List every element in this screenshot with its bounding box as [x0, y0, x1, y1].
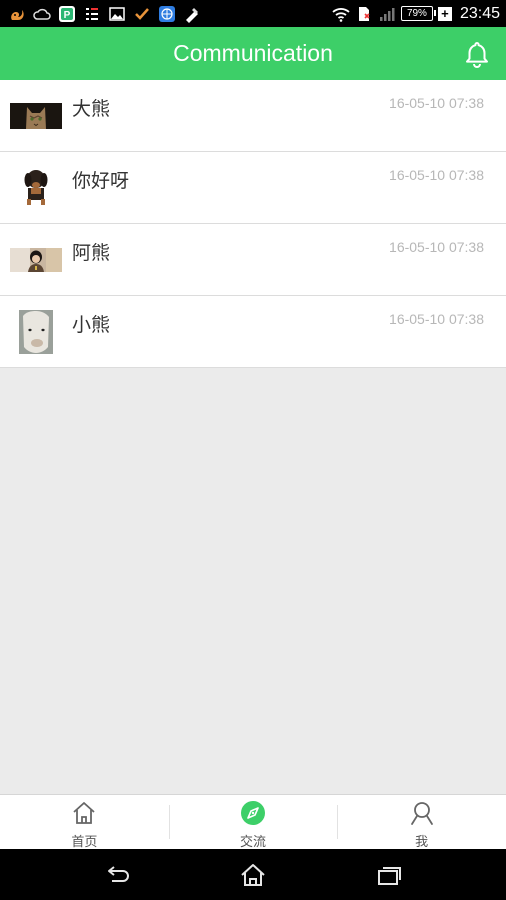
battery-icon: 79% — [400, 6, 436, 21]
contact-name: 你好呀 — [72, 170, 130, 192]
person-icon — [409, 800, 435, 826]
avatar — [10, 166, 62, 210]
home-nav-icon[interactable] — [238, 861, 268, 889]
system-icons: 79% + 23:45 — [332, 3, 500, 24]
list-item[interactable]: 阿熊 16-05-10 07:38 — [0, 224, 506, 296]
tab-me[interactable]: 我 — [337, 795, 506, 850]
message-time: 16-05-10 07:38 — [389, 95, 484, 111]
recent-apps-icon[interactable] — [374, 861, 404, 889]
avatar — [10, 310, 62, 354]
avatar — [10, 94, 62, 138]
checklist-icon — [83, 5, 101, 23]
home-icon — [71, 800, 97, 826]
signal-icon — [378, 5, 396, 23]
tools-icon — [183, 5, 201, 23]
squirrel-icon — [8, 5, 26, 23]
list-item[interactable]: 你好呀 16-05-10 07:38 — [0, 152, 506, 224]
cloud-icon — [33, 5, 51, 23]
contact-name: 阿熊 — [72, 242, 111, 264]
svg-text:P: P — [64, 10, 71, 21]
wifi-icon — [332, 5, 350, 23]
message-time: 16-05-10 07:38 — [389, 311, 484, 327]
system-nav-bar — [0, 849, 506, 900]
compass-icon — [240, 800, 266, 826]
message-time: 16-05-10 07:38 — [389, 167, 484, 183]
list-item[interactable]: 小熊 16-05-10 07:38 — [0, 296, 506, 368]
message-time: 16-05-10 07:38 — [389, 239, 484, 255]
bell-icon[interactable] — [464, 40, 490, 68]
tab-label: 交流 — [240, 835, 267, 850]
tab-home[interactable]: 首页 — [0, 795, 169, 850]
list-item[interactable]: 大熊 16-05-10 07:38 — [0, 80, 506, 152]
tab-communication[interactable]: 交流 — [168, 795, 338, 850]
tab-label: 首页 — [71, 835, 98, 850]
bottom-tab-bar: 首页 交流 我 — [0, 794, 506, 850]
back-icon[interactable] — [102, 861, 132, 889]
check-mark-icon — [133, 5, 151, 23]
conversation-list: 大熊 16-05-10 07:38 你好呀 16-05-10 07:38 阿熊 … — [0, 80, 506, 368]
contact-name: 大熊 — [72, 98, 111, 120]
clock: 23:45 — [459, 4, 500, 22]
notification-icons: P — [8, 4, 201, 24]
status-bar: P 79% + 23:45 — [0, 0, 506, 27]
globe-app-icon — [158, 5, 176, 23]
charging-icon: + — [437, 6, 452, 21]
contact-name: 小熊 — [72, 314, 111, 336]
green-p-app-icon: P — [58, 5, 76, 23]
tab-label: 我 — [415, 835, 429, 850]
sim-icon — [355, 5, 373, 23]
image-icon — [108, 5, 126, 23]
app-header: Communication — [0, 27, 506, 80]
page-title: Communication — [173, 40, 333, 66]
avatar — [10, 238, 62, 282]
